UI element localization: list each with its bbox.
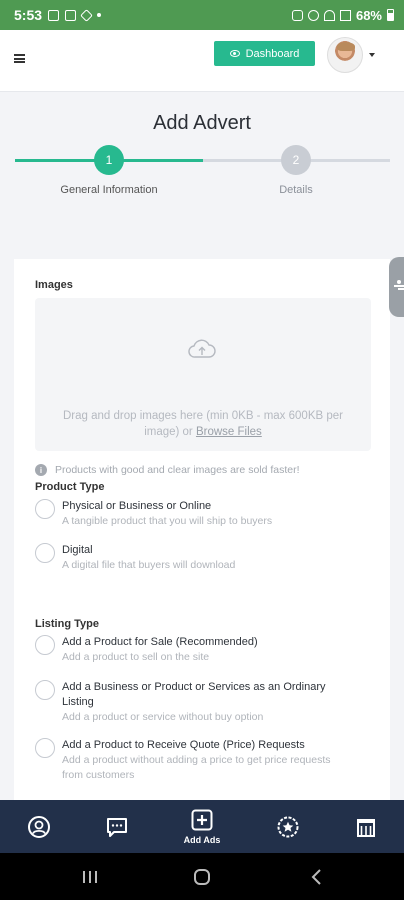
option-description: Add a product to sell on the site [62, 651, 210, 663]
accessibility-button[interactable] [389, 257, 404, 317]
radio-button[interactable] [35, 635, 55, 655]
home-circle-icon [194, 869, 210, 885]
avatar[interactable] [327, 37, 363, 73]
option-description: A tangible product that you will ship to… [62, 515, 273, 527]
accessibility-icon [394, 280, 404, 294]
more-notifications-icon [97, 13, 102, 17]
status-right: 68% [291, 7, 394, 23]
bottom-navigation: Add Ads [0, 800, 404, 853]
option-title: Physical or Business or Online [62, 500, 212, 512]
wifi-icon [323, 9, 335, 21]
option-description: Add a product without adding a price to … [62, 754, 331, 781]
menu-icon[interactable] [14, 54, 25, 63]
alarm-icon [307, 9, 319, 21]
product-type-option-digital[interactable]: Digital A digital file that buyers will … [35, 543, 355, 573]
user-circle-icon [28, 815, 50, 838]
listing-type-label: Listing Type [35, 618, 99, 630]
option-description: A digital file that buyers will download [62, 559, 236, 571]
info-icon: i [35, 464, 47, 476]
nav-store[interactable] [336, 800, 396, 853]
images-label: Images [35, 279, 73, 291]
cloud-upload-icon [188, 339, 216, 358]
recent-apps-button[interactable] [75, 865, 105, 889]
dropzone-text: Drag and drop images here (min 0KB - max… [49, 408, 357, 440]
option-title: Add a Product to Receive Quote (Price) R… [62, 739, 305, 751]
status-bar: 5:53 68% [0, 0, 404, 30]
product-type-label: Product Type [35, 481, 105, 493]
nav-rewards[interactable] [258, 800, 318, 853]
image-dropzone[interactable]: Drag and drop images here (min 0KB - max… [35, 298, 371, 451]
option-title: Add a Product for Sale (Recommended) [62, 636, 258, 648]
status-time: 5:53 [14, 7, 43, 23]
radio-button[interactable] [35, 543, 55, 563]
storefront-icon [357, 818, 375, 837]
option-description: Add a product or service without buy opt… [62, 711, 264, 723]
advert-form-card: Images Drag and drop images here (min 0K… [14, 259, 390, 800]
chevron-down-icon[interactable] [369, 53, 375, 57]
browse-files-link[interactable]: Browse Files [196, 426, 262, 438]
recent-apps-icon [83, 871, 97, 883]
app-notification-icon [65, 9, 77, 21]
back-chevron-icon [311, 869, 321, 885]
gallery-notification-icon [48, 9, 60, 21]
nav-profile[interactable] [9, 800, 69, 853]
star-badge-icon [277, 816, 299, 837]
dashboard-button[interactable]: Dashboard [214, 41, 315, 66]
listing-type-option-quote[interactable]: Add a Product to Receive Quote (Price) R… [35, 738, 355, 784]
step-2-label: Details [279, 184, 313, 196]
radio-button[interactable] [35, 680, 55, 700]
option-title: Digital [62, 544, 93, 556]
plus-square-icon [191, 809, 213, 831]
image-tip: i Products with good and clear images ar… [35, 464, 300, 476]
option-title: Add a Business or Product or Services as… [62, 681, 326, 708]
battery-icon [387, 9, 394, 21]
battery-percent: 68% [355, 7, 382, 23]
sync-notification-icon [80, 8, 93, 22]
lock-icon [291, 9, 303, 21]
listing-type-option-sale[interactable]: Add a Product for Sale (Recommended) Add… [35, 635, 355, 667]
step-2-indicator[interactable]: 2 [281, 145, 311, 175]
nav-add-ads[interactable]: Add Ads [172, 800, 232, 853]
radio-button[interactable] [35, 738, 55, 758]
radio-button[interactable] [35, 499, 55, 519]
system-navigation-bar [0, 853, 404, 900]
eye-icon [229, 50, 240, 57]
back-button[interactable] [302, 865, 332, 889]
dashboard-button-label: Dashboard [245, 47, 300, 60]
page-title: Add Advert [153, 112, 251, 134]
signal-icon [339, 9, 351, 21]
product-type-option-physical[interactable]: Physical or Business or Online A tangibl… [35, 499, 355, 529]
listing-type-option-ordinary[interactable]: Add a Business or Product or Services as… [35, 680, 355, 726]
status-left: 5:53 [14, 7, 102, 23]
home-button[interactable] [187, 865, 217, 889]
step-1-label: General Information [60, 184, 158, 196]
step-1-indicator[interactable]: 1 [94, 145, 124, 175]
top-app-bar: Dashboard [0, 30, 404, 92]
nav-add-ads-label: Add Ads [183, 835, 221, 845]
nav-messages[interactable] [87, 800, 147, 853]
image-tip-text: Products with good and clear images are … [55, 464, 300, 476]
chat-icon [107, 817, 127, 837]
